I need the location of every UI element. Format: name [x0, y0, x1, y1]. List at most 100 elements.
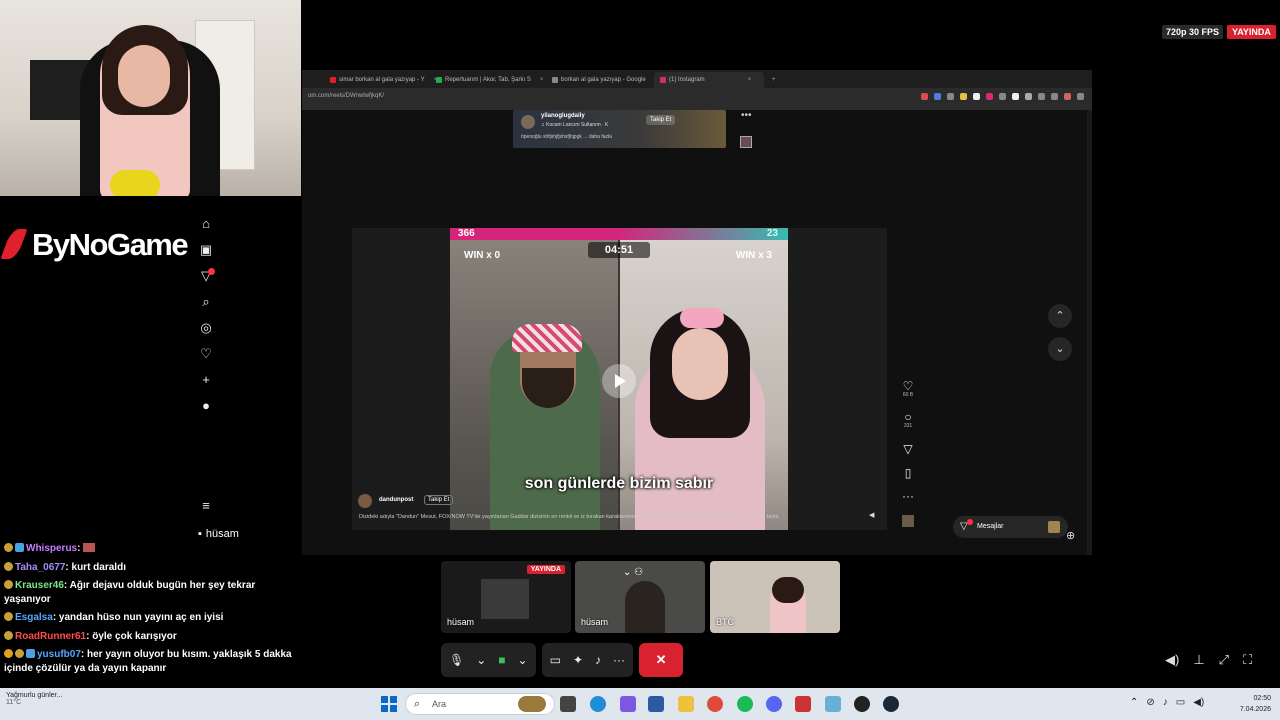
share-icon[interactable]: ▽ [898, 443, 918, 455]
call-tile-husam-cam[interactable]: ⌄ ⚇ hüsam [575, 561, 705, 633]
scrollbar[interactable] [1087, 110, 1092, 555]
chat-message: Whisperus: [4, 542, 300, 556]
monitor-icon[interactable]: ▭ [1176, 697, 1185, 708]
story-card[interactable]: yilanoglugdaily ♫ Kocam Lancım Sultanım … [513, 110, 726, 148]
chevron-down-icon[interactable]: ⌄ [1048, 337, 1072, 361]
discord-icon[interactable] [766, 696, 782, 712]
app-icon[interactable] [795, 696, 811, 712]
chat-message: yusufb07: her yayın oluyor bu kısım. yak… [4, 649, 292, 674]
score-right: 23 [766, 228, 778, 239]
chevron-up-icon[interactable]: ⌃ [1130, 697, 1138, 708]
post-description[interactable]: Dizideki adıyla "Dandun" Mesut, FOX/NOW … [359, 514, 778, 520]
zoom-icon[interactable]: ⊕ [1066, 529, 1075, 542]
search-highlight-icon[interactable] [518, 696, 546, 712]
copilot-icon[interactable] [620, 696, 636, 712]
date: 7.04.2026 [1239, 706, 1271, 713]
comment-action[interactable]: ○ 331 [898, 411, 918, 429]
call-view-controls: ◀) ⊥ ⤢ ⛶ [1165, 652, 1252, 668]
tab-strip: simar borkan al gala yazıyap - Y× Repert… [302, 70, 1092, 88]
url-text[interactable]: om.com/reels/DWnwlwfjkqK/ [308, 93, 384, 99]
fullscreen-icon[interactable]: ⛶ [1243, 652, 1252, 668]
audio-thumb[interactable] [898, 515, 918, 527]
avatar[interactable] [358, 494, 372, 508]
camera-icon[interactable]: ■ [498, 653, 505, 667]
soundboard-icon[interactable]: ♪ [595, 653, 601, 667]
menu-icon[interactable]: ≡ [198, 498, 214, 514]
store-icon[interactable] [648, 696, 664, 712]
like-action[interactable]: ♡ 60 B [898, 380, 918, 398]
task-view-icon[interactable] [560, 696, 576, 712]
like-count: 60 B [902, 392, 914, 398]
end-call-button[interactable]: ✕ [639, 643, 684, 677]
battle-timer: 04:51 [588, 242, 650, 258]
more-icon[interactable]: ··· [898, 490, 918, 502]
post-follow-button[interactable]: Takip Et [424, 495, 454, 505]
close-icon[interactable]: × [540, 77, 544, 83]
tab-google[interactable]: borkan al gala yazıyap - Google× [546, 72, 664, 88]
explore-icon[interactable]: ◎ [198, 320, 214, 336]
system-tray: ⌃ ⊘ ♪ ▭ ◀) [1130, 697, 1204, 708]
steam-icon[interactable] [883, 696, 899, 712]
bookmark-icon[interactable]: ▯ [898, 467, 918, 479]
avatar [1048, 521, 1060, 533]
edge-icon[interactable] [590, 696, 606, 712]
tab-youtube[interactable]: simar borkan al gala yazıyap - Y× [324, 72, 443, 88]
volume-icon[interactable]: ◀) [1193, 697, 1204, 708]
pin-icon[interactable]: ⊥ [1193, 652, 1204, 668]
call-tile-btc[interactable]: BTC [710, 561, 840, 633]
clock[interactable]: 02:50 7.04.2026 [1233, 693, 1271, 715]
audio-thumbnail[interactable] [740, 136, 752, 148]
profile-icon[interactable]: ● [198, 398, 214, 414]
obs-icon[interactable] [854, 696, 870, 712]
hidden-icon[interactable]: ⊘ [1146, 697, 1154, 708]
logo-text: ByNoGame [32, 227, 189, 262]
mute-icon[interactable]: ◀ [869, 511, 874, 519]
reels-icon[interactable]: ▣ [198, 242, 214, 258]
file-explorer-icon[interactable] [678, 696, 694, 712]
comment-icon[interactable]: ○ [898, 411, 918, 423]
chrome-icon[interactable] [707, 696, 723, 712]
search-placeholder: Ara [432, 699, 447, 709]
popout-icon[interactable]: ⤢ [1219, 652, 1229, 668]
address-bar[interactable]: om.com/reels/DWnwlwfjkqK/ [302, 88, 1092, 110]
messages-button[interactable]: ▽ Mesajlar [953, 516, 1068, 538]
tab-instagram[interactable]: (1) Instagram × [654, 72, 764, 88]
chevron-down-icon[interactable]: ⌄ [518, 653, 528, 667]
call-tile-husam-screen[interactable]: YAYINDA hüsam [441, 561, 571, 633]
chevron-up-icon[interactable]: ⌃ [1048, 304, 1072, 328]
network-app-icon[interactable] [825, 696, 841, 712]
story-subtitle: ♫ Kocam Lancım Sultanım · K [541, 122, 609, 128]
story-username: yilanoglugdaily [541, 113, 585, 119]
heart-icon[interactable]: ♡ [898, 380, 918, 392]
live-badge: YAYINDA [1227, 25, 1276, 39]
user-tag: ▪ hüsam [198, 528, 239, 540]
more-icon[interactable]: ••• [741, 110, 752, 121]
extensions-bar [921, 93, 1084, 100]
post-username[interactable]: dandunpost [379, 497, 413, 503]
story-follow-button[interactable]: Takip Et [646, 115, 676, 125]
home-icon[interactable]: ⌂ [198, 216, 214, 232]
heart-icon[interactable]: ♡ [198, 346, 214, 362]
play-icon[interactable] [602, 364, 636, 398]
weather-widget[interactable]: Yağmurlu günler... 11°C [6, 692, 62, 706]
streamer-webcam [0, 0, 301, 196]
chat-message: Krauser46: Ağır dejavu olduk bugün her ş… [4, 580, 256, 605]
tile-controls-icon[interactable]: ⌄ ⚇ [623, 567, 643, 578]
volume-icon[interactable]: ◀) [1165, 652, 1179, 668]
microphone-icon[interactable]: ♪ [1163, 697, 1168, 708]
microphone-icon[interactable]: 🎙 [449, 653, 464, 667]
close-icon[interactable]: × [748, 77, 752, 83]
chevron-down-icon[interactable]: ⌄ [476, 653, 486, 667]
windows-start-icon[interactable] [381, 696, 397, 712]
activities-icon[interactable]: ✦ [573, 653, 583, 667]
tab-repertuar[interactable]: Repertuarım | Akor, Tab, Şarkı S × [430, 72, 549, 88]
win-left: WIN x 0 [464, 250, 501, 261]
more-icon[interactable]: ··· [613, 653, 625, 667]
tile-label: hüsam [581, 617, 609, 627]
new-tab-button[interactable]: + [766, 72, 782, 88]
spotify-icon[interactable] [737, 696, 753, 712]
search-icon[interactable]: ⌕ [198, 294, 214, 310]
create-icon[interactable]: + [198, 372, 214, 388]
reel-video[interactable]: 366 23 04:51 WIN x 0 WIN x 3 son günlerd… [450, 228, 788, 530]
screen-share-icon[interactable]: ▭ [550, 653, 561, 667]
